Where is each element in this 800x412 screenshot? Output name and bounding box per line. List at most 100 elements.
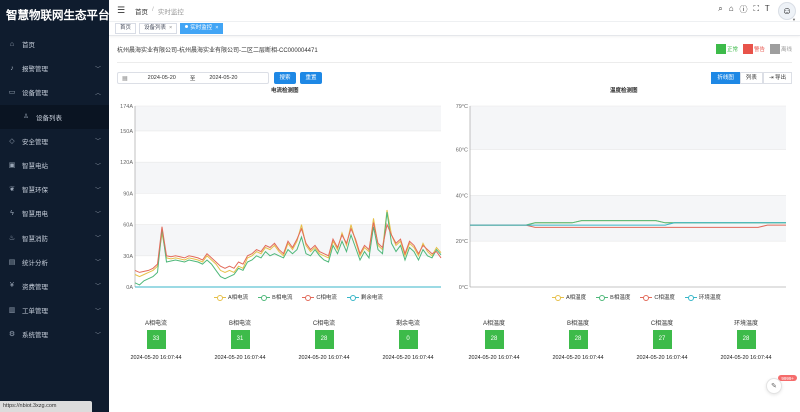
tags-view: 首页 设备列表 × 实时监控 × — [109, 22, 800, 36]
sidebar-item-7[interactable]: ϟ 智慧用电 ﹀ — [0, 201, 109, 225]
station-icon: ▣ — [8, 162, 16, 170]
legend-label: 剩余电流 — [360, 295, 383, 301]
grid-band — [135, 162, 441, 194]
sidebar-item-label: 首页 — [22, 42, 35, 50]
legend-item[interactable]: B相电流 — [258, 293, 292, 301]
tab-0[interactable]: 首页 — [115, 23, 137, 34]
legend-item[interactable]: B相温度 — [596, 293, 630, 301]
chevron-up-icon: ︿ — [94, 90, 101, 97]
legend-label: B相电流 — [272, 295, 293, 301]
temperature-chart-title: 温度检测图 — [610, 88, 638, 94]
date-range-picker[interactable]: ▦ 2024-05-20 至 2024-05-20 — [117, 72, 269, 84]
sidebar-item-3[interactable]: ♙ 设备列表 — [0, 104, 109, 129]
chevron-down-icon: ﹀ — [94, 236, 101, 243]
tab-2[interactable]: 实时监控 × — [180, 23, 224, 34]
sidebar-item-10[interactable]: ¥ 资费管理 ﹀ — [0, 274, 109, 298]
legend-item[interactable]: A相温度 — [552, 293, 586, 301]
gauge-timestamp: 2024-05-20 16:07:44 — [636, 355, 688, 361]
gauge-label: 环境温度 — [733, 321, 758, 327]
end-date[interactable]: 2024-05-20 — [209, 75, 237, 81]
legend-marker — [596, 294, 609, 301]
y-tick-label: 40°C — [456, 193, 468, 199]
status-legend-label: 离线 — [780, 47, 792, 53]
sidebar-item-12[interactable]: ⚙ 系统管理 ﹀ — [0, 322, 109, 346]
search-icon[interactable]: ⌕ — [718, 4, 722, 15]
status-legend: 正常 警告 离线 — [715, 44, 792, 54]
breadcrumb-home[interactable]: 首页 — [135, 6, 148, 16]
y-tick-label: 60°C — [456, 148, 468, 154]
status-legend-item: 警告 — [742, 44, 765, 54]
close-icon[interactable]: × — [169, 25, 172, 31]
breadcrumb: 首页 / 实时监控 — [135, 6, 184, 16]
sidebar-item-2[interactable]: ▭ 设备管理 ︿ — [0, 80, 109, 104]
gear-icon: ⚙ — [8, 331, 16, 339]
help-icon[interactable]: ⓘ — [740, 4, 748, 15]
device-path: 杭州晨海实业有限公司-杭州晨海实业有限公司-二区二层断相-CC000004471 — [117, 48, 318, 54]
tab-1[interactable]: 设备列表 × — [139, 23, 178, 34]
active-dot — [185, 25, 189, 28]
sidebar-item-label: 统计分析 — [22, 259, 48, 267]
gauge-card: 剩余电流 0 2024-05-20 16:07:44 — [368, 318, 448, 361]
sidebar-item-11[interactable]: ▥ 工单管理 ﹀ — [0, 298, 109, 322]
sidebar-item-5[interactable]: ▣ 智慧电站 ﹀ — [0, 153, 109, 177]
status-legend-item: 离线 — [769, 44, 792, 54]
close-icon[interactable]: × — [215, 25, 218, 31]
gauge-timestamp: 2024-05-20 16:07:44 — [214, 355, 266, 361]
legend-item[interactable]: 剩余电流 — [346, 293, 383, 301]
gauge-value: 33 — [146, 330, 166, 349]
gauge-label: B相电流 — [228, 321, 251, 327]
reset-button[interactable]: 重置 — [300, 72, 322, 84]
legend-item[interactable]: C相电流 — [302, 293, 337, 301]
legend-label: 环境温度 — [698, 295, 721, 301]
user-icon: ♙ — [23, 114, 29, 121]
gauge-timestamp: 2024-05-20 16:07:44 — [298, 355, 350, 361]
y-tick-label: 79°C — [456, 104, 468, 110]
gauge-timestamp: 2024-05-20 16:07:44 — [552, 355, 604, 361]
sidebar-item-1[interactable]: ♪ 报警管理 ﹀ — [0, 56, 109, 80]
tab-label: 设备列表 — [144, 25, 167, 31]
chevron-down-icon: ﹀ — [94, 66, 101, 73]
grid-band — [470, 195, 786, 242]
breadcrumb-current: 实时监控 — [157, 8, 184, 16]
search-button[interactable]: 搜索 — [274, 72, 296, 84]
shield-icon: ◇ — [9, 137, 15, 145]
menu-toggle-icon[interactable]: ☰ — [117, 5, 127, 16]
fullscreen-icon[interactable]: ⛶ — [754, 4, 760, 15]
chevron-down-icon: ﹀ — [94, 187, 101, 194]
gauge-timestamp: 2024-05-20 16:07:44 — [130, 355, 182, 361]
temperature-chart-legend: A相温度 B相温度 C相温度 环境温度 — [552, 293, 721, 301]
legend-marker — [302, 294, 315, 301]
current-chart: 0A 30A 60A 90A 120A 150A 174A — [120, 104, 442, 291]
breadcrumb-separator: / — [152, 5, 154, 13]
line-chart-view-button[interactable]: 折线图 — [711, 72, 740, 84]
status-color-swatch — [742, 44, 753, 54]
home-icon[interactable]: ⌂ — [729, 4, 734, 15]
legend-item[interactable]: A相电流 — [214, 293, 248, 301]
sidebar-item-0[interactable]: ⌂ 首页 — [0, 32, 109, 56]
list-view-button[interactable]: 列表 — [739, 72, 763, 84]
gauge-value: 28 — [568, 330, 588, 349]
sidebar-item-4[interactable]: ◇ 安全管理 ﹀ — [0, 129, 109, 153]
sidebar-item-label: 设备列表 — [36, 114, 62, 122]
export-button[interactable]: ⇥ 导出 — [762, 72, 792, 84]
gauge-label: A相温度 — [482, 321, 505, 327]
start-date[interactable]: 2024-05-20 — [148, 75, 176, 81]
avatar[interactable]: ☺ ▼ — [778, 2, 796, 22]
sidebar-item-6[interactable]: ❦ 智慧环保 ﹀ — [0, 177, 109, 201]
legend-item[interactable]: C相温度 — [640, 293, 675, 301]
gauge-timestamp: 2024-05-20 16:07:44 — [720, 355, 772, 361]
legend-item[interactable]: 环境温度 — [684, 293, 721, 301]
sidebar-item-8[interactable]: ♨ 智慧消防 ﹀ — [0, 226, 109, 250]
y-tick-label: 0A — [126, 285, 133, 291]
device-icon: ▭ — [8, 89, 16, 97]
gauge-value: 27 — [652, 330, 672, 349]
y-tick-label: 20°C — [456, 239, 468, 245]
y-tick-label: 90A — [123, 191, 133, 197]
alarm-icon: ♪ — [10, 64, 14, 72]
sidebar-item-9[interactable]: ▤ 统计分析 ﹀ — [0, 250, 109, 274]
status-legend-label: 警告 — [753, 47, 765, 53]
font-size-icon[interactable]: Ꭲ — [765, 4, 770, 15]
gauge-label: A相电流 — [144, 321, 167, 327]
gauge-timestamp: 2024-05-20 16:07:44 — [468, 355, 520, 361]
feedback-icon[interactable]: ✎ — [766, 378, 782, 394]
